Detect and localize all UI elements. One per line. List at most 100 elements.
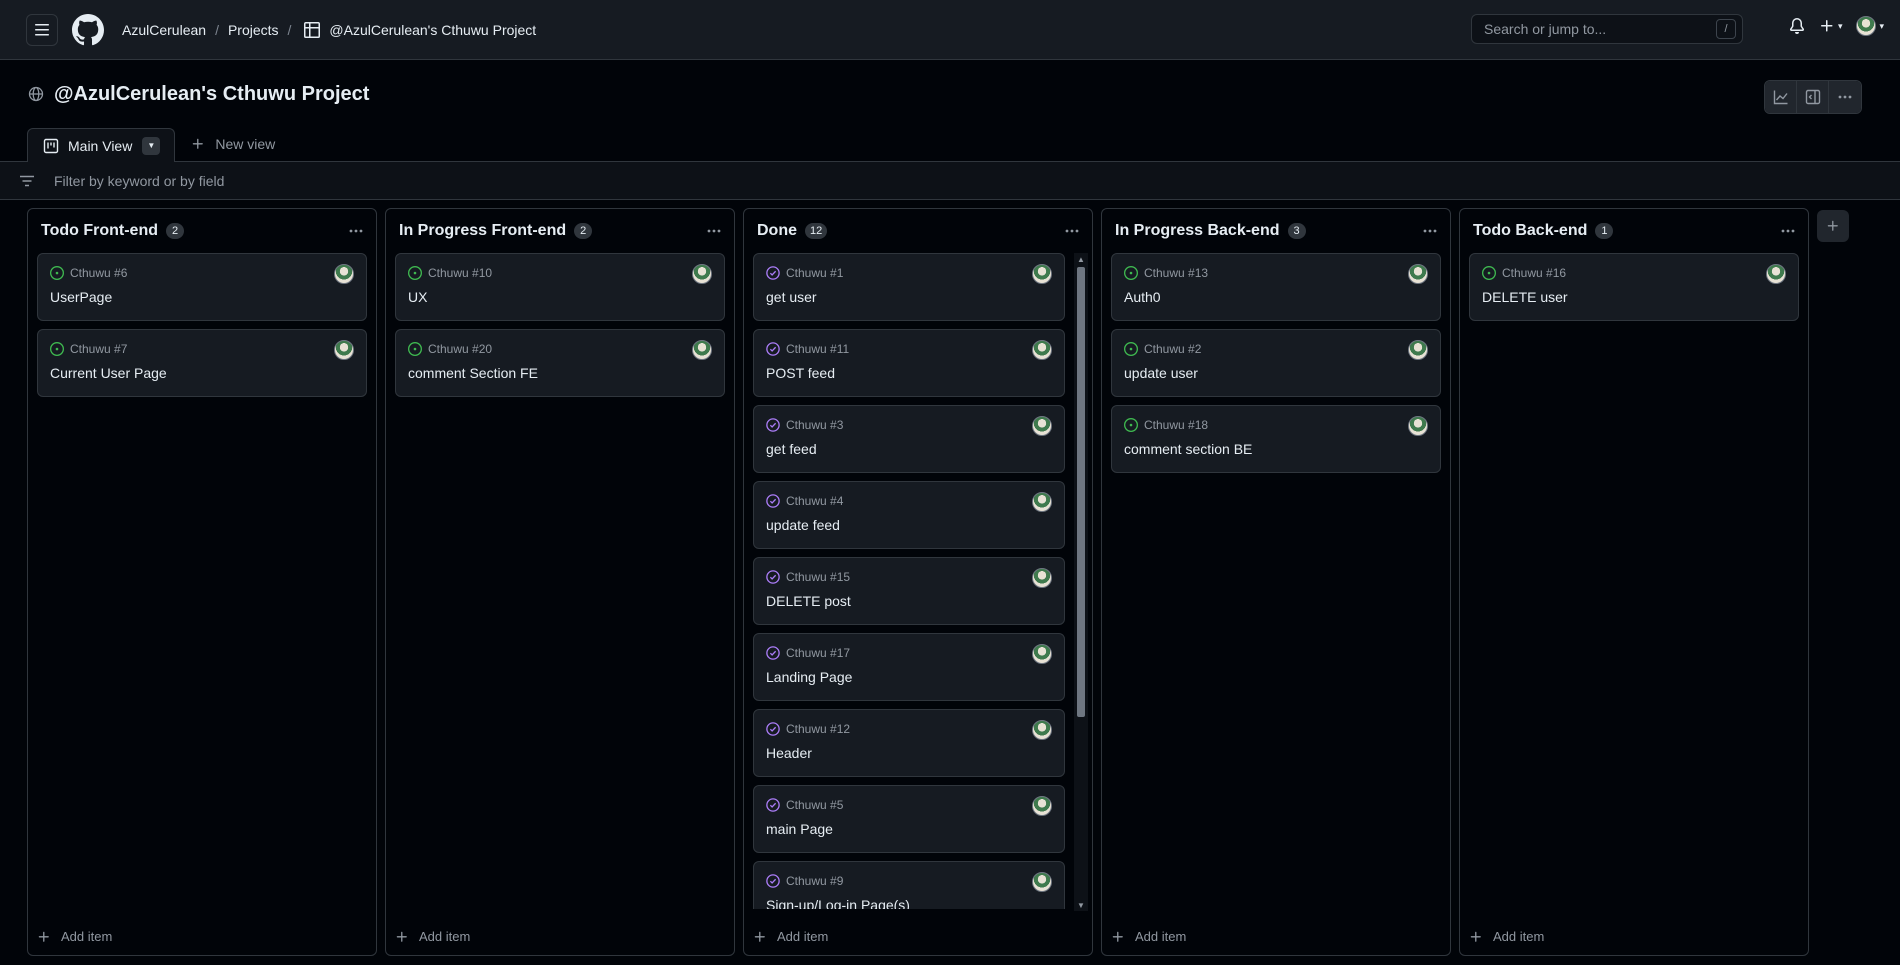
card-meta: Cthuwu #15 <box>766 570 1052 584</box>
bell-icon <box>1789 18 1804 34</box>
issue-title[interactable]: UX <box>408 289 712 305</box>
column-menu-button[interactable] <box>348 223 364 239</box>
issue-card[interactable]: Cthuwu #15 DELETE post <box>753 557 1065 625</box>
view-options-dropdown[interactable]: ▼ <box>142 136 161 155</box>
issue-reference: Cthuwu #9 <box>786 874 844 888</box>
assignee-avatar[interactable] <box>1032 796 1052 816</box>
issue-card[interactable]: Cthuwu #6 UserPage <box>37 253 367 321</box>
side-panel-button[interactable] <box>1797 81 1829 113</box>
column-menu-button[interactable] <box>1064 223 1080 239</box>
issue-title[interactable]: UserPage <box>50 289 354 305</box>
issue-title[interactable]: Sign-up/Log-in Page(s) <box>766 897 1052 909</box>
assignee-avatar[interactable] <box>1408 264 1428 284</box>
add-item-button[interactable]: Add item <box>1111 929 1186 944</box>
assignee-avatar[interactable] <box>1408 416 1428 436</box>
issue-card[interactable]: Cthuwu #2 update user <box>1111 329 1441 397</box>
issue-card[interactable]: Cthuwu #1 get user <box>753 253 1065 321</box>
column-count-badge: 2 <box>574 223 593 239</box>
github-logo-icon[interactable] <box>72 13 104 46</box>
add-item-button[interactable]: Add item <box>753 929 828 944</box>
issue-card[interactable]: Cthuwu #20 comment Section FE <box>395 329 725 397</box>
issue-title[interactable]: Auth0 <box>1124 289 1428 305</box>
column-menu-button[interactable] <box>1780 223 1796 239</box>
column-header: Todo Front-end 2 <box>28 209 376 253</box>
column-title: In Progress Front-end <box>399 222 567 239</box>
issue-card[interactable]: Cthuwu #17 Landing Page <box>753 633 1065 701</box>
assignee-avatar[interactable] <box>1032 720 1052 740</box>
kebab-horizontal-icon <box>1423 229 1437 233</box>
issue-card[interactable]: Cthuwu #3 get feed <box>753 405 1065 473</box>
column-menu-button[interactable] <box>706 223 722 239</box>
assignee-avatar[interactable] <box>692 340 712 360</box>
user-menu-button[interactable]: ▾ <box>1856 16 1884 36</box>
issue-card[interactable]: Cthuwu #4 update feed <box>753 481 1065 549</box>
card-list: Cthuwu #13 Auth0 Cthuwu #2 update user C… <box>1102 253 1450 481</box>
assignee-avatar[interactable] <box>692 264 712 284</box>
assignee-avatar[interactable] <box>1032 340 1052 360</box>
column-menu-button[interactable] <box>1422 223 1438 239</box>
notifications-button[interactable] <box>1789 18 1805 34</box>
issue-title[interactable]: Landing Page <box>766 669 1052 685</box>
new-view-button[interactable]: New view <box>191 127 275 161</box>
hamburger-menu-button[interactable] <box>26 13 58 46</box>
assignee-avatar[interactable] <box>1032 416 1052 436</box>
add-item-label: Add item <box>777 929 829 944</box>
scroll-down-arrow[interactable]: ▼ <box>1074 899 1088 911</box>
assignee-avatar[interactable] <box>1032 492 1052 512</box>
issue-title[interactable]: update user <box>1124 365 1428 381</box>
issue-title[interactable]: POST feed <box>766 365 1052 381</box>
create-new-button[interactable]: ▾ <box>1819 18 1842 34</box>
issue-card[interactable]: Cthuwu #16 DELETE user <box>1469 253 1799 321</box>
issue-card[interactable]: Cthuwu #7 Current User Page <box>37 329 367 397</box>
add-item-button[interactable]: Add item <box>395 929 470 944</box>
scroll-up-arrow[interactable]: ▲ <box>1074 253 1088 265</box>
insights-button[interactable] <box>1765 81 1797 113</box>
issue-reference: Cthuwu #10 <box>428 266 493 280</box>
assignee-avatar[interactable] <box>1408 340 1428 360</box>
assignee-avatar[interactable] <box>334 340 354 360</box>
card-meta: Cthuwu #3 <box>766 418 1052 432</box>
issue-title[interactable]: get feed <box>766 441 1052 457</box>
tab-main-view[interactable]: Main View ▼ <box>27 128 176 162</box>
issue-title[interactable]: main Page <box>766 821 1052 837</box>
issue-title[interactable]: DELETE post <box>766 593 1052 609</box>
issue-card[interactable]: Cthuwu #11 POST feed <box>753 329 1065 397</box>
add-item-button[interactable]: Add item <box>37 929 112 944</box>
column-scrollbar[interactable]: ▲ ▼ <box>1074 253 1088 911</box>
issue-title[interactable]: Current User Page <box>50 365 354 381</box>
add-item-button[interactable]: Add item <box>1469 929 1544 944</box>
breadcrumb-project-link[interactable]: @AzulCerulean's Cthuwu Project <box>329 22 536 38</box>
issue-reference: Cthuwu #3 <box>786 418 844 432</box>
assignee-avatar[interactable] <box>1766 264 1786 284</box>
issue-card[interactable]: Cthuwu #10 UX <box>395 253 725 321</box>
issue-closed-icon <box>766 570 780 584</box>
issue-card[interactable]: Cthuwu #18 comment section BE <box>1111 405 1441 473</box>
issue-title[interactable]: comment Section FE <box>408 365 712 381</box>
breadcrumb-projects-link[interactable]: Projects <box>228 22 279 38</box>
issue-card[interactable]: Cthuwu #13 Auth0 <box>1111 253 1441 321</box>
issue-title[interactable]: comment section BE <box>1124 441 1428 457</box>
issue-card[interactable]: Cthuwu #12 Header <box>753 709 1065 777</box>
issue-title[interactable]: DELETE user <box>1482 289 1786 305</box>
filter-input[interactable]: Filter by keyword or by field <box>54 173 224 189</box>
assignee-avatar[interactable] <box>1032 264 1052 284</box>
issue-card[interactable]: Cthuwu #5 main Page <box>753 785 1065 853</box>
project-menu-button[interactable] <box>1829 81 1861 113</box>
card-meta: Cthuwu #6 <box>50 266 354 280</box>
assignee-avatar[interactable] <box>1032 644 1052 664</box>
issue-title[interactable]: update feed <box>766 517 1052 533</box>
add-column-button[interactable] <box>1817 210 1849 242</box>
issue-title[interactable]: get user <box>766 289 1052 305</box>
assignee-avatar[interactable] <box>1032 872 1052 892</box>
scrollbar-thumb[interactable] <box>1077 267 1085 717</box>
issue-title[interactable]: Header <box>766 745 1052 761</box>
issue-closed-icon <box>766 722 780 736</box>
assignee-avatar[interactable] <box>1032 568 1052 588</box>
breadcrumb-owner-link[interactable]: AzulCerulean <box>122 22 206 38</box>
breadcrumb-separator: / <box>215 21 219 38</box>
column-count-badge: 2 <box>166 223 184 239</box>
column-title: In Progress Back-end <box>1115 222 1280 239</box>
assignee-avatar[interactable] <box>334 264 354 284</box>
search-input[interactable]: Search or jump to... / <box>1471 14 1743 44</box>
issue-card[interactable]: Cthuwu #9 Sign-up/Log-in Page(s) <box>753 861 1065 909</box>
